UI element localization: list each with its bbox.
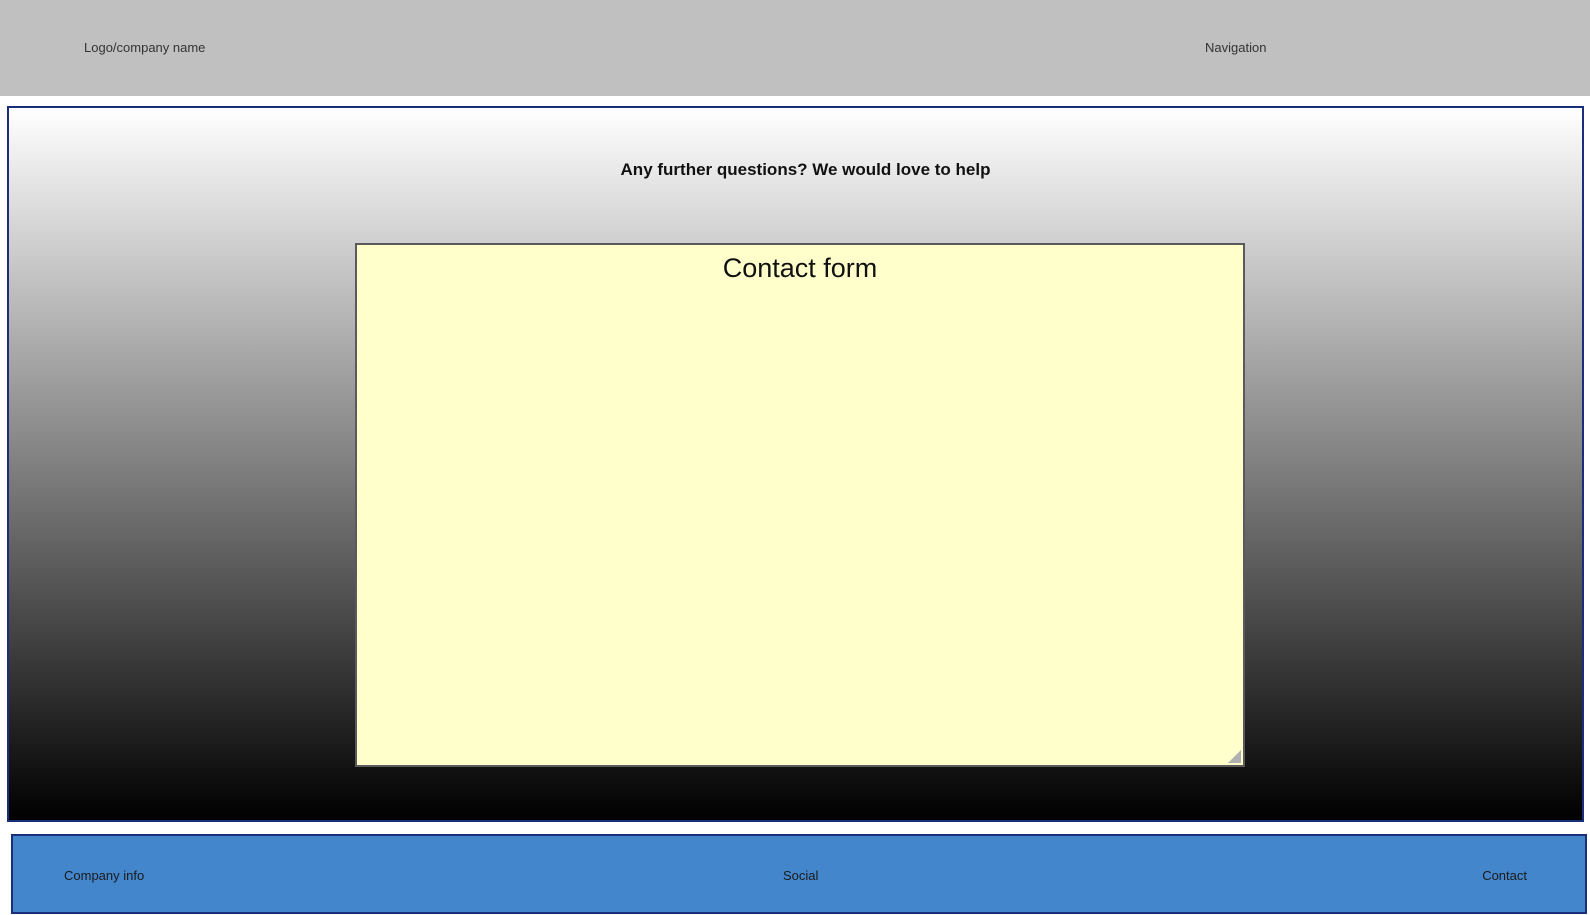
site-header: Logo/company name Navigation (0, 0, 1590, 96)
footer-company-info[interactable]: Company info (64, 868, 144, 883)
footer-social[interactable]: Social (783, 868, 818, 883)
resize-handle-icon[interactable] (1228, 750, 1241, 763)
navigation[interactable]: Navigation (1205, 40, 1266, 55)
contact-form[interactable]: Contact form (355, 243, 1245, 767)
hero-heading: Any further questions? We would love to … (620, 160, 991, 179)
site-footer: Company info Social Contact (11, 834, 1587, 914)
contact-form-title: Contact form (722, 253, 878, 283)
logo-company-name[interactable]: Logo/company name (84, 40, 205, 55)
footer-contact[interactable]: Contact (1482, 868, 1527, 883)
hero-section: Any further questions? We would love to … (7, 106, 1584, 822)
